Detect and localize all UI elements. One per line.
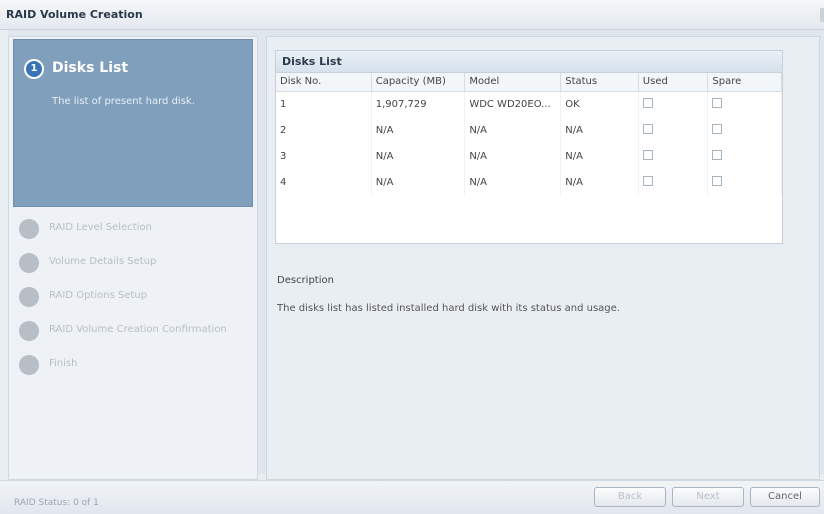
cell-status: N/A	[560, 169, 639, 195]
window-edge	[820, 8, 824, 22]
step-dot-icon	[19, 355, 39, 375]
cell-capacity: 1,907,729	[371, 91, 466, 117]
spare-checkbox[interactable]	[712, 149, 723, 160]
step-label: Finish	[49, 358, 78, 369]
step-raid-level: RAID Level Selection	[19, 219, 255, 239]
table-row[interactable]: 2 N/A N/A N/A	[276, 117, 782, 143]
step-label: RAID Level Selection	[49, 222, 152, 233]
step-dot-icon	[19, 219, 39, 239]
step-finish: Finish	[19, 355, 255, 375]
used-checkbox[interactable]	[642, 123, 653, 134]
column-header-spare[interactable]: Spare	[707, 73, 782, 92]
cell-status: OK	[560, 91, 639, 117]
column-header-model[interactable]: Model	[464, 73, 562, 92]
disks-table: Disk No. Capacity (MB) Model Status Used…	[276, 73, 782, 195]
step-dot-icon	[19, 321, 39, 341]
title-bar: RAID Volume Creation	[0, 0, 824, 30]
cell-model: WDC WD20EO...	[464, 91, 562, 117]
step-dot-icon	[19, 287, 39, 307]
cell-status: N/A	[560, 143, 639, 169]
dialog-footer: RAID Status: 0 of 1 Back Next Cancel	[0, 480, 824, 514]
column-header-used[interactable]: Used	[638, 73, 709, 92]
cell-disk-no: 4	[276, 169, 372, 195]
cell-capacity: N/A	[371, 169, 466, 195]
grid-title: Disks List	[276, 51, 782, 73]
spare-checkbox[interactable]	[712, 175, 723, 186]
window-title: RAID Volume Creation	[6, 8, 143, 21]
table-header-row: Disk No. Capacity (MB) Model Status Used…	[276, 73, 782, 92]
cell-model: N/A	[464, 143, 562, 169]
cell-disk-no: 3	[276, 143, 372, 169]
cell-capacity: N/A	[371, 117, 466, 143]
step-description: The list of present hard disk.	[52, 96, 195, 107]
column-header-disk-no[interactable]: Disk No.	[276, 73, 372, 92]
cancel-button[interactable]: Cancel	[750, 487, 820, 507]
cell-status: N/A	[560, 117, 639, 143]
table-row[interactable]: 1 1,907,729 WDC WD20EO... OK	[276, 91, 782, 117]
steps-panel: 1 Disks List The list of present hard di…	[8, 36, 258, 480]
used-checkbox[interactable]	[642, 149, 653, 160]
cell-disk-no: 1	[276, 91, 372, 117]
step-title: Disks List	[52, 60, 129, 76]
step-number-badge: 1	[24, 59, 44, 79]
table-row[interactable]: 4 N/A N/A N/A	[276, 169, 782, 195]
content-panel: Disks List Disk No. Capacity (MB) Model …	[266, 36, 820, 480]
description-text: The disks list has listed installed hard…	[277, 303, 620, 314]
spare-checkbox[interactable]	[712, 97, 723, 108]
spare-checkbox[interactable]	[712, 123, 723, 134]
step-label: RAID Options Setup	[49, 290, 148, 301]
description-label: Description	[277, 275, 334, 286]
disks-list-grid: Disks List Disk No. Capacity (MB) Model …	[275, 50, 783, 244]
step-raid-options: RAID Options Setup	[19, 287, 255, 307]
cell-disk-no: 2	[276, 117, 372, 143]
back-button[interactable]: Back	[594, 487, 666, 507]
column-header-capacity[interactable]: Capacity (MB)	[371, 73, 466, 92]
step-label: Volume Details Setup	[49, 256, 157, 267]
step-label: RAID Volume Creation Confirmation	[49, 324, 227, 335]
step-volume-details: Volume Details Setup	[19, 253, 255, 273]
used-checkbox[interactable]	[642, 97, 653, 108]
step-dot-icon	[19, 253, 39, 273]
cell-model: N/A	[464, 117, 562, 143]
step-active-disks-list: 1 Disks List The list of present hard di…	[13, 39, 253, 207]
next-button[interactable]: Next	[672, 487, 744, 507]
table-row[interactable]: 3 N/A N/A N/A	[276, 143, 782, 169]
used-checkbox[interactable]	[642, 175, 653, 186]
cell-model: N/A	[464, 169, 562, 195]
cell-capacity: N/A	[371, 143, 466, 169]
column-header-status[interactable]: Status	[560, 73, 639, 92]
step-confirmation: RAID Volume Creation Confirmation	[19, 321, 255, 341]
footer-status-text: RAID Status: 0 of 1	[14, 498, 99, 508]
